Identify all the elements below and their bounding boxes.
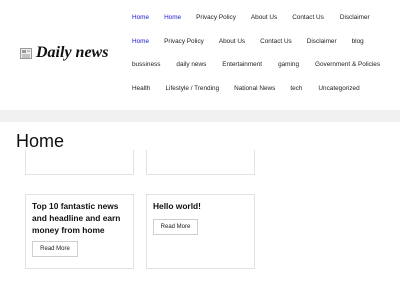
nav-link-home[interactable]: Home: [132, 14, 149, 21]
nav-link-lifestyle-trending[interactable]: Lifestyle / Trending: [165, 85, 219, 92]
nav-link-national-news[interactable]: National News: [234, 85, 275, 92]
nav-link-uncategorized[interactable]: Uncategorized: [318, 85, 359, 92]
nav-link-entertainment[interactable]: Entertainment: [222, 61, 262, 68]
header-divider-band: [0, 110, 400, 122]
nav-link-health[interactable]: Health: [132, 85, 150, 92]
post-title-link[interactable]: Hello world!: [153, 200, 250, 212]
newspaper-icon: [20, 47, 32, 59]
secondary-nav: Home Privacy Policy About Us Contact Us …: [122, 38, 364, 45]
nav-link-about-us[interactable]: About Us: [251, 14, 277, 21]
nav-link-daily-news[interactable]: daily news: [176, 61, 206, 68]
nav-link-bussiness[interactable]: bussiness: [132, 61, 160, 68]
post-title-link[interactable]: Top 10 fantastic news and headline and e…: [32, 200, 129, 236]
site-name: Daily news: [36, 44, 109, 61]
site-logo[interactable]: Daily news: [20, 44, 108, 62]
primary-nav: Home Home Privacy Policy About Us Contac…: [122, 14, 370, 21]
nav-link-gaming[interactable]: gaming: [278, 61, 299, 68]
nav-link-contact-us[interactable]: Contact Us: [292, 14, 324, 21]
nav-link-privacy-policy[interactable]: Privacy Policy: [196, 14, 236, 21]
nav-link-blog[interactable]: blog: [352, 38, 364, 45]
post-card: Hello world! Read More: [146, 194, 255, 269]
read-more-button[interactable]: Read More: [153, 219, 198, 235]
nav-link-tech[interactable]: tech: [290, 85, 302, 92]
page-title: Home: [16, 131, 65, 151]
post-card-stub: [146, 150, 255, 175]
category-nav: bussiness daily news Entertainment gamin…: [122, 61, 380, 68]
nav-link-disclaimer[interactable]: Disclaimer: [340, 14, 370, 21]
nav-link-privacy-policy[interactable]: Privacy Policy: [164, 38, 204, 45]
category-nav-2: Health Lifestyle / Trending National New…: [122, 85, 360, 92]
nav-link-disclaimer[interactable]: Disclaimer: [307, 38, 337, 45]
nav-link-government-policies[interactable]: Government & Policies: [315, 61, 380, 68]
post-card: Top 10 fantastic news and headline and e…: [25, 194, 134, 269]
nav-link-home[interactable]: Home: [164, 14, 181, 21]
read-more-button[interactable]: Read More: [32, 241, 78, 257]
nav-link-about-us[interactable]: About Us: [219, 38, 245, 45]
post-card-stub: [25, 150, 134, 175]
nav-link-home[interactable]: Home: [132, 38, 149, 45]
nav-link-contact-us[interactable]: Contact Us: [260, 38, 292, 45]
